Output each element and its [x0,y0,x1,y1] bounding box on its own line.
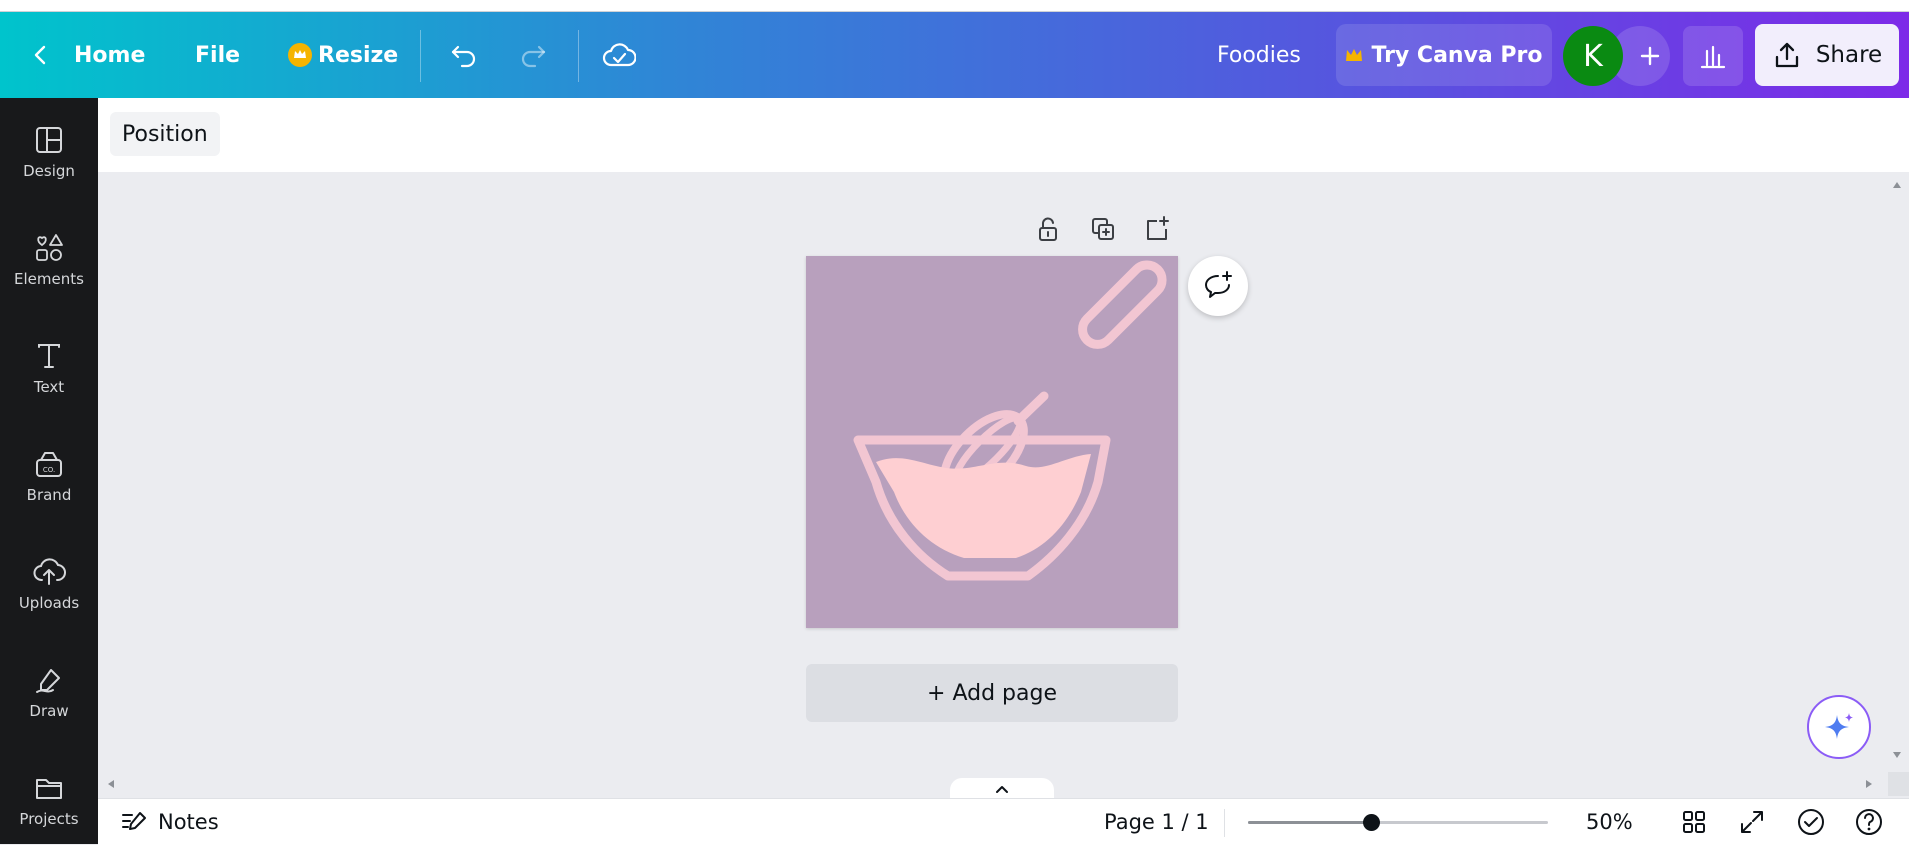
redo-button[interactable] [517,12,549,98]
brand-icon: CO. [33,448,65,480]
add-page-icon [1143,215,1171,243]
undo-button[interactable] [448,12,480,98]
zoom-label: 50% [1586,810,1633,834]
share-button[interactable]: Share [1755,24,1899,86]
divider [1224,809,1225,837]
add-page-after-button[interactable] [1137,212,1177,246]
duplicate-icon [1089,215,1117,243]
notes-label: Notes [158,810,219,834]
sidebar-item-draw[interactable]: Draw [0,664,98,720]
zoom-slider[interactable] [1248,814,1548,831]
add-page-label: + Add page [927,680,1057,706]
text-icon [33,340,65,372]
svg-text:CO.: CO. [43,466,55,474]
project-name[interactable]: Foodies [1217,12,1301,98]
add-page-button[interactable]: + Add page [806,664,1178,722]
top-bar: Home File Resize Foodies Try Canva Pro K… [0,12,1909,98]
help-icon [1854,807,1884,837]
sidebar-item-design[interactable]: Design [0,124,98,180]
plus-icon [1639,45,1661,67]
grid-view-button[interactable] [1680,799,1708,845]
cloud-check-icon [602,40,636,70]
duplicate-page-button[interactable] [1083,212,1123,246]
lock-page-button[interactable] [1028,212,1068,246]
projects-icon [33,772,65,804]
zoom-level-button[interactable]: 50% [1586,799,1633,845]
sidebar-item-brand[interactable]: CO. Brand [0,448,98,504]
sidebar-item-elements[interactable]: Elements [0,232,98,288]
sidebar-item-label: Brand [26,486,72,504]
sidebar-item-label: Design [23,162,75,180]
avatar[interactable]: K [1563,26,1623,86]
bottom-bar: Notes Page 1 / 1 50% [98,798,1909,845]
magic-assistant-button[interactable] [1807,695,1871,759]
crown-icon [288,43,312,67]
insights-button[interactable] [1683,26,1743,86]
design-page[interactable] [806,256,1178,628]
help-button[interactable] [1854,799,1884,845]
fullscreen-button[interactable] [1738,799,1766,845]
avatar-initial: K [1583,38,1603,74]
save-status-button[interactable] [602,12,636,98]
sidebar-item-uploads[interactable]: Uploads [0,556,98,612]
chevron-left-icon [30,44,52,66]
chevron-up-icon [994,783,1010,795]
elements-icon [33,232,65,264]
add-comment-button[interactable] [1188,256,1248,316]
uploads-icon [32,556,66,588]
browser-top-edge [0,0,1909,12]
try-canva-pro-button[interactable]: Try Canva Pro [1336,24,1552,86]
home-button[interactable]: Home [30,12,145,98]
vertical-scrollbar[interactable] [1885,172,1909,772]
check-circle-icon [1796,807,1826,837]
try-pro-label: Try Canva Pro [1371,42,1543,68]
design-icon [33,124,65,156]
toolbar-divider [578,30,579,82]
crown-icon [1345,47,1363,63]
project-name-label: Foodies [1217,42,1301,68]
undo-icon [448,39,480,71]
position-label: Position [122,121,208,147]
left-sidebar: Design Elements Text CO. Brand Uploads D… [0,98,98,844]
file-label: File [195,42,241,68]
unlock-icon [1034,215,1062,243]
sidebar-item-label: Projects [19,810,79,828]
sidebar-item-label: Uploads [18,594,80,612]
context-toolbar: Position [98,98,1909,173]
expand-icon [1738,808,1766,836]
redo-icon [517,39,549,71]
check-design-button[interactable] [1796,799,1826,845]
whisk-bowl-illustration [853,260,1167,581]
zoom-slider-handle[interactable] [1363,814,1380,831]
file-menu-button[interactable]: File [195,12,240,98]
bar-chart-icon [1698,41,1728,71]
comment-plus-icon [1202,270,1234,302]
grid-icon [1680,808,1708,836]
sidebar-item-projects[interactable]: Projects [0,772,98,828]
position-button[interactable]: Position [110,112,220,156]
resize-button[interactable]: Resize [288,12,398,98]
sidebar-item-label: Draw [29,702,69,720]
sidebar-item-text[interactable]: Text [0,340,98,396]
toolbar-divider [420,30,421,82]
upload-share-icon [1772,40,1802,70]
sparkle-icon [1822,710,1856,744]
share-label: Share [1815,42,1883,68]
zoom-slider-fill [1248,821,1371,824]
notes-pencil-icon [120,809,148,835]
home-label: Home [74,42,146,68]
page-indicator-button[interactable]: Page 1 / 1 [1104,799,1209,845]
expand-pages-button[interactable] [950,778,1054,800]
scroll-arrows-icon [1893,182,1901,758]
sidebar-item-label: Elements [14,270,84,288]
resize-label: Resize [318,42,399,68]
draw-icon [33,664,65,696]
page-indicator: Page 1 / 1 [1104,810,1209,834]
sidebar-item-label: Text [33,378,65,396]
notes-button[interactable]: Notes [120,799,219,845]
